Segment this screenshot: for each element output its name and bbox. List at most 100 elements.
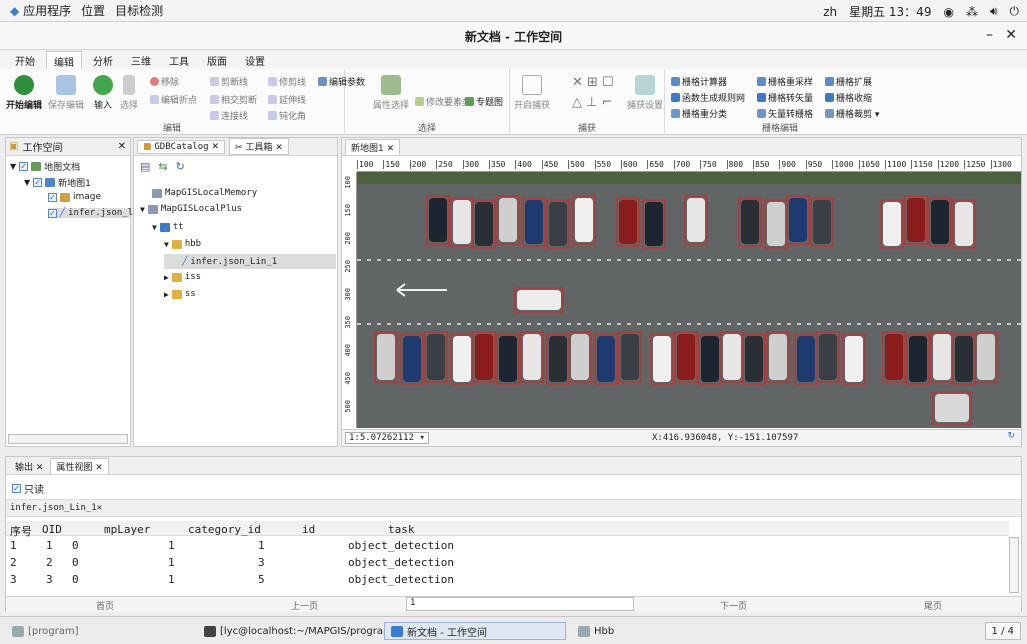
tree-tt[interactable]: ▼ tt <box>152 222 184 232</box>
capture-modes-row2[interactable]: △ ⊥ ⌐ <box>572 95 612 110</box>
tab-gdbcatalog[interactable]: ■ GDBCatalog ✕ <box>137 139 225 154</box>
tree-new-map[interactable]: ▼ ✓ 新地图1 <box>24 176 91 189</box>
tab-new-map[interactable]: 新地图1 ✕ <box>345 139 401 155</box>
tree-map-doc[interactable]: ▼ ✓ 地图文档 <box>10 160 80 173</box>
remove-button[interactable]: 移除 <box>150 75 179 88</box>
tree-layer-infer[interactable]: ✓ ╱ infer.json_l <box>48 208 133 218</box>
raster-extend-button[interactable]: 栅格扩展 <box>825 75 872 88</box>
capture-group-title: 捕获 <box>577 124 596 134</box>
next-page-button[interactable]: 下一页 <box>720 599 747 612</box>
trim-line-button[interactable]: 修剪线 <box>268 75 306 88</box>
power-icon[interactable]: ⏻ <box>1010 4 1020 19</box>
task-terminal[interactable]: [lyc@localhost:~/MAPGIS/program] <box>198 622 403 640</box>
attr-select-button[interactable]: 属性选择 <box>373 75 409 111</box>
table-row[interactable]: 1 1 0 1 1 object_detection <box>6 537 1009 552</box>
connect-icon[interactable]: ⇆ <box>158 160 167 173</box>
prev-page-button[interactable]: 上一页 <box>291 599 318 612</box>
detect-menu[interactable]: 目标检测 <box>115 2 163 19</box>
tab-layer-infer[interactable]: infer.json_Lin_1✕ <box>10 503 102 513</box>
first-page-button[interactable]: 首页 <box>96 599 114 612</box>
new-db-icon[interactable]: ▤ <box>140 160 150 173</box>
save-edit-button[interactable]: 保存编辑 <box>48 75 84 111</box>
tree-iss[interactable]: ▶ iss <box>164 272 201 282</box>
capture-settings-button[interactable]: 捕获设置 <box>627 75 663 111</box>
tree-local-memory[interactable]: MapGISLocalMemory <box>152 188 257 198</box>
edit-vertex-button[interactable]: 编辑折点 <box>150 93 197 106</box>
network-icon[interactable]: ⁂ <box>966 5 978 19</box>
car <box>813 200 831 244</box>
close-button[interactable]: ✕ <box>1005 27 1017 43</box>
tab-3d[interactable]: 三维 <box>124 51 158 69</box>
attribute-panel: 输出 ✕ 属性视图 ✕ ✓ 只读 infer.json_Lin_1✕ 序号 OI… <box>5 456 1022 612</box>
input-button[interactable]: 输入 <box>93 75 113 111</box>
volume-icon[interactable]: 🔊︎ <box>990 4 998 19</box>
start-edit-button[interactable]: 开始编辑 <box>6 75 42 111</box>
places-menu[interactable]: 位置 <box>81 2 105 19</box>
raster-reclass-button[interactable]: 栅格重分类 <box>671 107 727 120</box>
window-title: 新文档 - 工作空间 <box>464 30 563 44</box>
task-workspace[interactable]: 新文档 - 工作空间 <box>384 622 566 640</box>
raster-calc-icon <box>671 77 680 86</box>
raster-resample-button[interactable]: 栅格重采样 <box>757 75 813 88</box>
tab-edit[interactable]: 编辑 <box>46 51 82 69</box>
tab-toolbox[interactable]: ✂ 工具箱 ✕ <box>228 138 289 155</box>
tree-layer-image[interactable]: ✓ image <box>48 192 101 202</box>
tree-hbb[interactable]: ▼ hbb <box>164 239 201 249</box>
tab-attribute-view[interactable]: 属性视图 ✕ <box>50 458 109 474</box>
tree-local-plus[interactable]: ▼ MapGISLocalPlus <box>140 204 242 214</box>
apps-menu[interactable]: ◆ 应用程序 <box>10 2 71 19</box>
tab-settings[interactable]: 设置 <box>238 51 272 69</box>
modify-elements-button[interactable]: 修改要素类 <box>415 95 471 108</box>
checkbox-icon[interactable]: ✓ <box>48 208 57 218</box>
table-row[interactable]: 2 2 0 1 3 object_detection <box>6 554 1009 569</box>
checkbox-icon[interactable]: ✓ <box>19 162 29 171</box>
car <box>819 334 837 380</box>
raster-shrink-button[interactable]: 栅格收缩 <box>825 91 872 104</box>
workspace-close-icon[interactable]: ✕ <box>118 141 126 152</box>
car <box>701 336 719 382</box>
clock[interactable]: 星期五 13：49 <box>849 3 931 20</box>
extend-line-button[interactable]: 延伸线 <box>268 93 306 106</box>
car <box>767 202 785 246</box>
page-input[interactable]: 1 <box>406 597 634 611</box>
select-group-title: 选择 <box>417 124 436 134</box>
scale-field[interactable]: 1:5.07262112 ▾ <box>345 432 429 444</box>
vector-to-raster-button[interactable]: 矢量转栅格 <box>757 107 813 120</box>
cut-line-button[interactable]: 剪断线 <box>210 75 248 88</box>
workspace-pager[interactable]: 1 / 4 <box>984 622 1021 640</box>
task-program[interactable]: [program] <box>6 622 85 640</box>
tab-tools[interactable]: 工具 <box>162 51 196 69</box>
refresh-icon[interactable]: ↻ <box>176 160 185 173</box>
vertical-scrollbar[interactable] <box>1009 537 1019 593</box>
capture-modes-row1[interactable]: ✕ ⊞ ☐ <box>572 75 614 90</box>
raster-to-vector-button[interactable]: 栅格转矢量 <box>757 91 813 104</box>
tree-infer-layer[interactable]: ╱ infer.json_Lin_1 <box>164 254 336 269</box>
last-page-button[interactable]: 尾页 <box>924 599 942 612</box>
tab-start[interactable]: 开始 <box>8 51 42 69</box>
table-row[interactable]: 3 3 0 1 5 object_detection <box>6 571 1009 586</box>
tab-output[interactable]: 输出 ✕ <box>10 459 49 474</box>
horizontal-scrollbar[interactable] <box>8 434 128 444</box>
record-icon[interactable]: ◉ <box>943 5 953 19</box>
refresh-map-icon[interactable]: ↻ <box>1007 431 1015 441</box>
trim-line-icon <box>268 77 277 86</box>
tree-ss[interactable]: ▶ ss <box>164 289 196 299</box>
map-canvas[interactable] <box>357 172 1021 428</box>
minimize-button[interactable]: – <box>986 27 993 43</box>
readonly-checkbox[interactable]: ✓ 只读 <box>12 481 44 496</box>
attr-tabs: 输出 ✕ 属性视图 ✕ <box>6 457 1021 475</box>
select-button[interactable]: 选择 <box>120 75 138 111</box>
func-rule-grid-button[interactable]: 函数生成规则网 <box>671 91 745 104</box>
theme-map-button[interactable]: 专题图 <box>465 95 503 108</box>
start-capture-button[interactable]: 开启捕获 <box>514 75 550 111</box>
edit-params-icon <box>318 77 327 86</box>
tab-layout[interactable]: 版面 <box>200 51 234 69</box>
tab-analysis[interactable]: 分析 <box>86 51 120 69</box>
raster-clip-button[interactable]: 栅格裁剪 ▾ <box>825 107 879 120</box>
checkbox-icon[interactable]: ✓ <box>33 178 43 187</box>
intersect-cut-button[interactable]: 相交剪断 <box>210 93 257 106</box>
raster-calc-button[interactable]: 栅格计算器 <box>671 75 727 88</box>
task-hbb[interactable]: Hbb <box>572 622 620 640</box>
checkbox-icon[interactable]: ✓ <box>48 192 57 202</box>
lang-indicator[interactable]: zh <box>823 5 837 19</box>
